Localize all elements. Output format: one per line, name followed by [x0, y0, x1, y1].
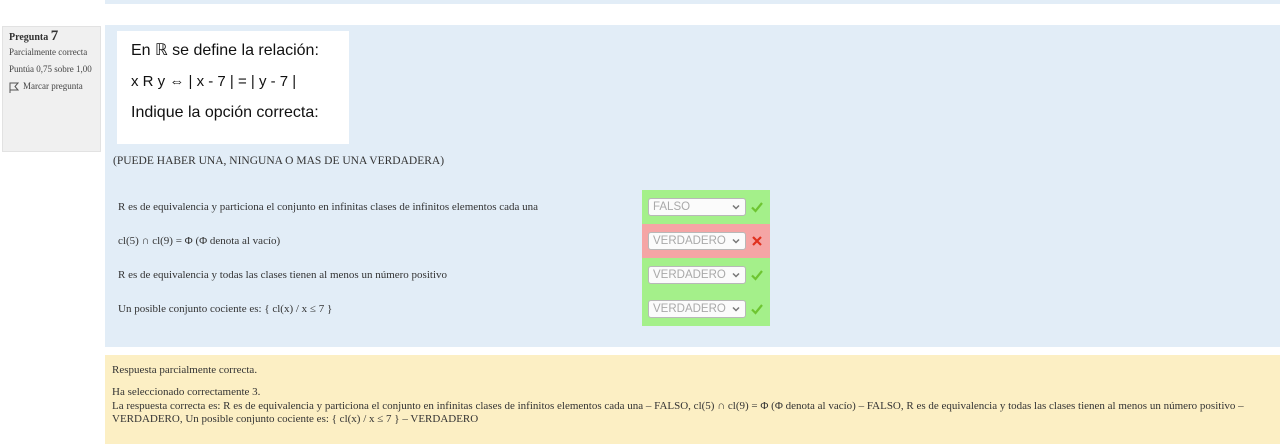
answer-select[interactable]: VERDADERO	[648, 266, 746, 284]
flag-icon	[9, 82, 19, 93]
chevron-down-icon	[732, 204, 740, 210]
answer-select-value: VERDADERO	[653, 235, 726, 247]
feedback-right-answer: La respuesta correcta es: R es de equiva…	[112, 400, 1244, 425]
previous-question-strip	[105, 0, 1280, 4]
answer-select[interactable]: VERDADERO	[648, 232, 746, 250]
chevron-down-icon	[732, 306, 740, 312]
answer-text: Un posible conjunto cociente es: { cl(x)…	[118, 303, 333, 315]
stem-line-3: Indique la opción correcta:	[131, 104, 319, 121]
chevron-down-icon	[732, 272, 740, 278]
question-grade: Puntúa 0,75 sobre 1,00	[9, 64, 92, 74]
question-state: Parcialmente correcta	[9, 47, 88, 57]
check-icon	[751, 202, 763, 213]
answer-select-value: VERDADERO	[653, 269, 726, 281]
answer-row: R es de equivalencia y todas las clases …	[105, 258, 805, 292]
feedback-correct-count: Ha seleccionado correctamente 3.	[112, 386, 261, 398]
stem-line-1: En ℝ se define la relación:	[131, 42, 319, 59]
question-stem: En ℝ se define la relación: x R y ⇔ | x …	[117, 31, 349, 144]
answer-select[interactable]: FALSO	[648, 198, 746, 216]
check-icon	[751, 304, 763, 315]
question-note: (PUEDE HABER UNA, NINGUNA O MAS DE UNA V…	[113, 155, 445, 167]
answer-select-value: FALSO	[653, 201, 691, 213]
answer-text: R es de equivalencia y todas las clases …	[118, 269, 448, 281]
question-number-value: 7	[50, 28, 59, 44]
check-icon	[751, 270, 763, 281]
feedback-panel: Respuesta parcialmente correcta. Ha sele…	[105, 355, 1280, 444]
answer-select-value: VERDADERO	[653, 303, 726, 315]
question-formulation: En ℝ se define la relación: x R y ⇔ | x …	[105, 25, 1280, 347]
answer-control-correct: FALSO	[642, 190, 770, 224]
question-number: Pregunta 7	[9, 28, 94, 44]
question-label: Pregunta	[9, 32, 49, 43]
feedback-summary: Respuesta parcialmente correcta.	[112, 364, 258, 376]
answer-control-incorrect: VERDADERO	[642, 224, 770, 258]
cross-icon	[752, 236, 762, 246]
flag-question-label: Marcar pregunta	[23, 81, 83, 91]
answer-row: cl(5) ∩ cl(9) = Φ (Φ denota al vacío) VE…	[105, 224, 805, 258]
answer-text: R es de equivalencia y particiona el con…	[118, 201, 538, 213]
stem-line-2: x R y ⇔ | x - 7 | = | y - 7 |	[131, 73, 297, 90]
answer-control-correct: VERDADERO	[642, 292, 770, 326]
answer-row: Un posible conjunto cociente es: { cl(x)…	[105, 292, 805, 326]
answer-text: cl(5) ∩ cl(9) = Φ (Φ denota al vacío)	[118, 235, 281, 247]
answer-control-correct: VERDADERO	[642, 258, 770, 292]
answer-row: R es de equivalencia y particiona el con…	[105, 190, 805, 224]
question-info: Pregunta 7 Parcialmente correcta Puntúa …	[2, 26, 101, 152]
answer-select[interactable]: VERDADERO	[648, 300, 746, 318]
flag-question-button[interactable]: Marcar pregunta	[9, 81, 94, 93]
chevron-down-icon	[732, 238, 740, 244]
